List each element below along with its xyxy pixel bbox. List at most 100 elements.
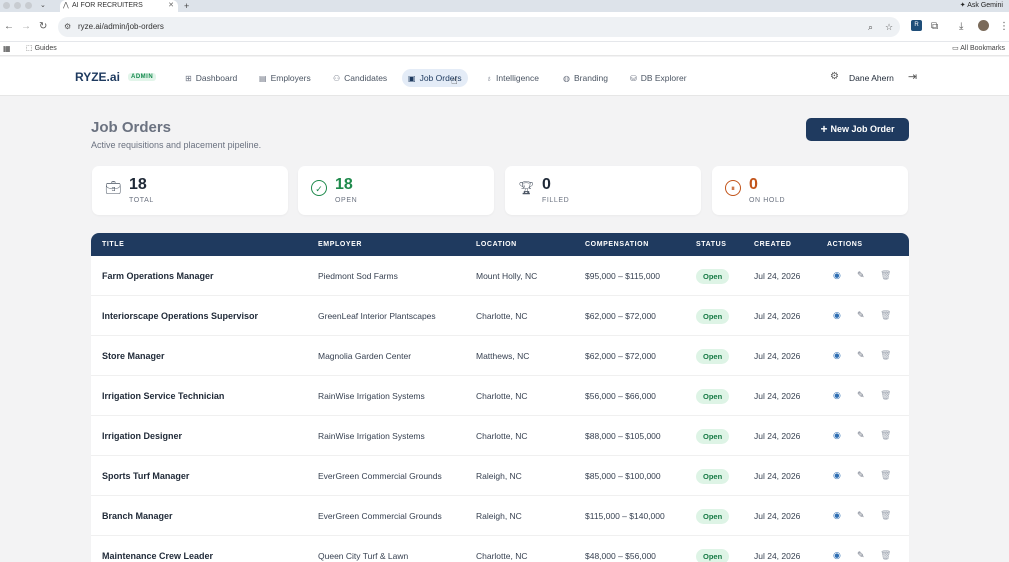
stat-total-value: 18 (129, 176, 147, 193)
zoom-window-icon[interactable] (25, 2, 32, 9)
created-date: Jul 24, 2026 (754, 471, 801, 481)
trash-icon[interactable]: 🗑︎ (880, 336, 891, 374)
extensions-puzzle-icon[interactable]: ⧉ (931, 21, 938, 33)
stat-on-hold-label: ON HOLD (749, 197, 786, 204)
job-title: Farm Operations Manager (102, 271, 214, 281)
profile-avatar[interactable] (978, 20, 989, 31)
job-title: Irrigation Designer (102, 431, 183, 441)
pencil-icon[interactable]: ✎ (857, 496, 865, 534)
column-header-status[interactable]: STATUS (696, 233, 727, 256)
trash-icon[interactable]: 🗑︎ (880, 416, 891, 454)
all-bookmarks-label: All Bookmarks (960, 45, 1005, 52)
address-bar[interactable]: ⚙ ryze.ai/admin/job-orders ⌕ ☆ (58, 17, 900, 37)
menu-kebab-icon[interactable]: ⋮ (999, 21, 1009, 33)
eye-icon[interactable]: ◉ (833, 456, 841, 494)
ask-gemini-button[interactable]: ✦ Ask Gemini (960, 0, 1003, 12)
new-job-order-label: New Job Order (830, 124, 895, 134)
brand-logo[interactable]: RYZE.ai (75, 70, 120, 84)
column-header-compensation[interactable]: COMPENSATION (585, 233, 649, 256)
bookmark-star-icon[interactable]: ☆ (885, 17, 893, 37)
nav-job-orders[interactable]: ▣ Job Orders (402, 69, 468, 87)
bookmark-guides[interactable]: ⬚ Guides (26, 42, 57, 56)
eye-icon[interactable]: ◉ (833, 296, 841, 334)
close-window-icon[interactable] (3, 2, 10, 9)
pencil-icon[interactable]: ✎ (857, 256, 865, 294)
tab-search-icon[interactable]: ⌄ (40, 0, 46, 12)
table-row[interactable]: Irrigation Designer RainWise Irrigation S… (91, 416, 909, 456)
nav-db-explorer[interactable]: ⛁ DB Explorer (624, 69, 693, 87)
table-row[interactable]: Irrigation Service Technician RainWise Ir… (91, 376, 909, 416)
nav-candidates[interactable]: ⚇ Candidates (327, 69, 393, 87)
table-row[interactable]: Farm Operations Manager Piedmont Sod Farm… (91, 256, 909, 296)
trash-icon[interactable]: 🗑︎ (880, 456, 891, 494)
compensation: $62,000 – $72,000 (585, 311, 656, 321)
apps-grid-icon[interactable]: ▦ (3, 42, 11, 56)
new-tab-icon[interactable]: + (184, 0, 189, 12)
table-row[interactable]: Maintenance Crew Leader Queen City Turf &… (91, 536, 909, 562)
status-badge: Open (696, 349, 730, 364)
site-info-icon[interactable]: ⚙ (64, 17, 71, 37)
mouse-cursor-icon: ☝ (451, 75, 458, 87)
column-header-location[interactable]: LOCATION (476, 233, 517, 256)
eye-icon[interactable]: ◉ (833, 416, 841, 454)
compensation: $115,000 – $140,000 (585, 511, 665, 521)
job-title: Branch Manager (102, 511, 173, 521)
palette-icon: ◍ (563, 74, 570, 83)
employer: EverGreen Commercial Grounds (318, 511, 442, 521)
all-bookmarks[interactable]: ▭ All Bookmarks (952, 42, 1005, 56)
employer: Piedmont Sod Farms (318, 271, 398, 281)
eye-icon[interactable]: ◉ (833, 376, 841, 414)
eye-icon[interactable]: ◉ (833, 536, 841, 562)
zoom-icon[interactable]: ⌕ (868, 17, 873, 37)
pencil-icon[interactable]: ✎ (857, 376, 865, 414)
nav-dashboard[interactable]: ⊞ Dashboard (179, 69, 243, 87)
new-job-order-button[interactable]: + New Job Order (806, 118, 909, 141)
back-icon[interactable]: ← (4, 21, 14, 33)
trash-icon[interactable]: 🗑︎ (880, 536, 891, 562)
table-row[interactable]: Store Manager Magnolia Garden Center Matth… (91, 336, 909, 376)
status-badge: Open (696, 309, 730, 324)
nav-branding[interactable]: ◍ Branding (557, 69, 614, 87)
column-header-actions: ACTIONS (827, 241, 863, 248)
pencil-icon[interactable]: ✎ (857, 336, 865, 374)
pencil-icon[interactable]: ✎ (857, 456, 865, 494)
check-circle-icon: ✓ (311, 180, 327, 196)
employer: RainWise Irrigation Systems (318, 391, 425, 401)
reload-icon[interactable]: ↻ (39, 21, 47, 33)
employer: Magnolia Garden Center (318, 351, 412, 361)
nav-employers[interactable]: ▤ Employers (253, 69, 317, 87)
briefcase-icon: ▣ (408, 74, 416, 83)
table-row[interactable]: Interiorscape Operations Supervisor Green… (91, 296, 909, 336)
eye-icon[interactable]: ◉ (833, 256, 841, 294)
pencil-icon[interactable]: ✎ (857, 536, 865, 562)
table-row[interactable]: Branch Manager EverGreen Commercial Groun… (91, 496, 909, 536)
stat-card-on-hold: ⏸︎ 0 ON HOLD (712, 166, 908, 215)
forward-icon[interactable]: → (21, 21, 31, 33)
database-icon: ⛁ (630, 74, 637, 83)
browser-tab[interactable]: ⋀ AI FOR RECRUITERS ✕ (60, 0, 178, 12)
minimize-window-icon[interactable] (14, 2, 21, 9)
eye-icon[interactable]: ◉ (833, 336, 841, 374)
column-header-title[interactable]: TITLE (102, 233, 124, 256)
location: Raleigh, NC (476, 511, 522, 521)
trash-icon[interactable]: 🗑︎ (880, 376, 891, 414)
trophy-icon: 🏆︎ (518, 180, 535, 195)
logout-icon[interactable]: ⇥ (908, 70, 917, 83)
trash-icon[interactable]: 🗑︎ (880, 296, 891, 334)
download-icon[interactable]: ⤓ (959, 21, 963, 33)
trash-icon[interactable]: 🗑︎ (880, 496, 891, 534)
extension-icon[interactable]: R (911, 20, 922, 31)
tab-close-icon[interactable]: ✕ (168, 0, 174, 12)
trash-icon[interactable]: 🗑︎ (880, 256, 891, 294)
pencil-icon[interactable]: ✎ (857, 296, 865, 334)
column-header-created[interactable]: CREATED (754, 233, 792, 256)
compensation: $85,000 – $100,000 (585, 471, 661, 481)
eye-icon[interactable]: ◉ (833, 496, 841, 534)
column-header-employer[interactable]: EMPLOYER (318, 233, 362, 256)
stat-card-filled: 🏆︎ 0 FILLED (505, 166, 701, 215)
user-name[interactable]: Dane Ahern (849, 73, 894, 83)
table-row[interactable]: Sports Turf Manager EverGreen Commercial … (91, 456, 909, 496)
nav-intelligence[interactable]: ♁ Intelligence (480, 69, 545, 87)
pencil-icon[interactable]: ✎ (857, 416, 865, 454)
gear-icon[interactable]: ⚙ (830, 71, 839, 82)
